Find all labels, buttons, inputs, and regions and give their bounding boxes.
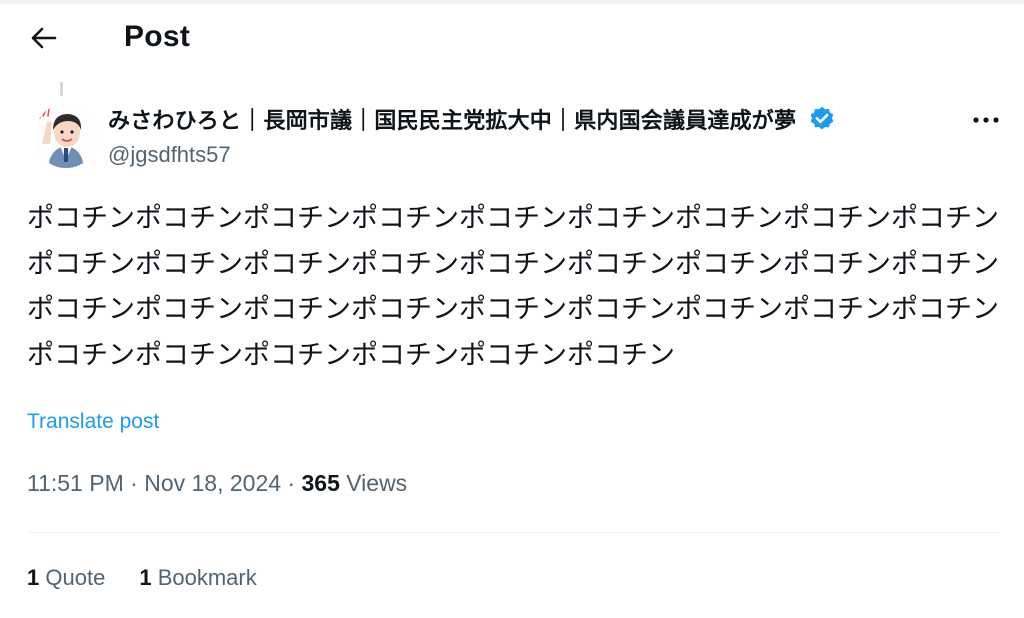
bookmarks-stat[interactable]: 1 Bookmark xyxy=(139,565,256,591)
quotes-label: Quote xyxy=(45,565,106,590)
post-meta: 11:51 PM · Nov 18, 2024 · 365 Views xyxy=(27,470,407,497)
arrow-left-icon xyxy=(31,27,57,49)
avatar-illustration xyxy=(34,104,98,168)
top-border xyxy=(0,0,1024,4)
post-time[interactable]: 11:51 PM xyxy=(27,470,124,496)
author-handle[interactable]: @jgsdfhts57 xyxy=(108,142,231,168)
quotes-count: 1 xyxy=(27,565,40,590)
views-label: Views xyxy=(346,470,408,496)
bookmarks-label: Bookmark xyxy=(157,565,257,590)
more-options-button[interactable] xyxy=(966,108,1006,132)
meta-separator: · xyxy=(287,470,296,496)
thread-line xyxy=(60,82,63,96)
page-title: Post xyxy=(124,20,191,53)
page-header: Post xyxy=(0,14,1024,62)
author-row: みさわひろと｜長岡市議｜国民民主党拡大中｜県内国会議員達成が夢 xyxy=(108,102,836,136)
meta-separator: · xyxy=(130,470,138,496)
translate-post-link[interactable]: Translate post xyxy=(27,410,159,434)
back-button[interactable] xyxy=(22,18,66,58)
post-text: ポコチンポコチンポコチンポコチンポコチンポコチンポコチンポコチンポコチンポコチン… xyxy=(27,203,999,371)
post-date[interactable]: Nov 18, 2024 xyxy=(144,470,281,496)
divider xyxy=(27,532,1000,533)
verified-badge-icon[interactable] xyxy=(808,105,836,133)
more-horizontal-icon xyxy=(973,117,999,123)
avatar[interactable] xyxy=(34,104,98,168)
post-stats: 1 Quote 1 Bookmark xyxy=(27,565,257,591)
views-count: 365 xyxy=(301,470,340,496)
author-display-name[interactable]: みさわひろと｜長岡市議｜国民民主党拡大中｜県内国会議員達成が夢 xyxy=(108,103,796,135)
bookmarks-count: 1 xyxy=(139,565,152,590)
quotes-stat[interactable]: 1 Quote xyxy=(27,565,105,591)
